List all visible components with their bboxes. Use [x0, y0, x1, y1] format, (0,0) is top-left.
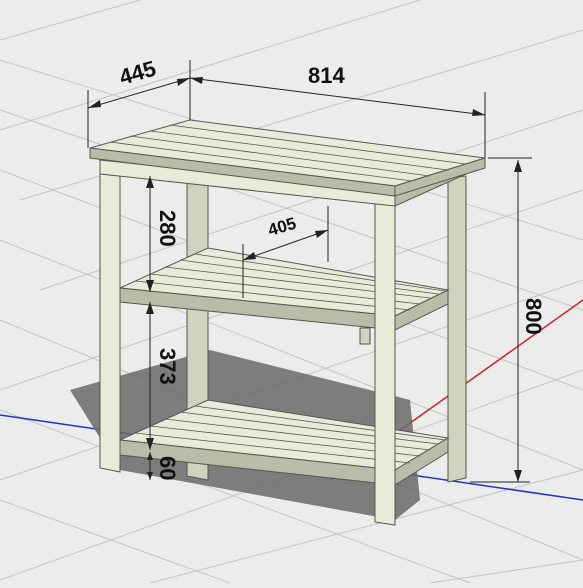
middle-shelf-bracket [359, 327, 371, 345]
dim-upper-gap-label: 280 [155, 210, 180, 247]
dim-lower-gap-label: 373 [155, 348, 180, 385]
front-left-leg [99, 159, 121, 473]
shelf-diagram: 445 814 800 280 405 373 60 [0, 0, 583, 584]
diagram-canvas: 445 814 800 280 405 373 60 [0, 0, 583, 584]
dim-width-label: 814 [308, 63, 345, 88]
dim-depth-label: 445 [116, 56, 158, 90]
dim-shelf-depth-label: 405 [266, 214, 299, 240]
front-right-leg [374, 191, 396, 526]
dim-height-label: 800 [521, 298, 546, 335]
dim-bottom-clearance-label: 60 [155, 456, 180, 480]
back-right-leg [447, 175, 467, 483]
